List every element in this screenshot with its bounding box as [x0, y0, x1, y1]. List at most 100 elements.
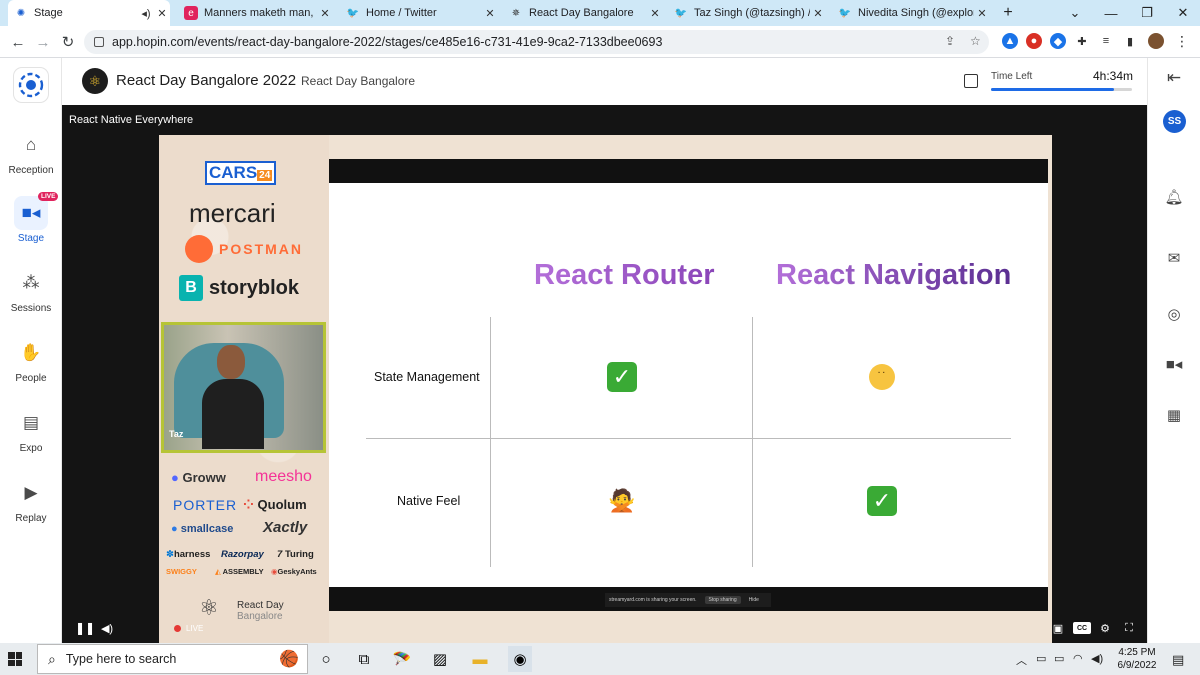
pause-icon[interactable]: ❚❚ [75, 620, 95, 636]
extension-icon[interactable]: ▲ [1002, 33, 1018, 49]
bell-icon[interactable]: 🔔︎ [1160, 183, 1188, 211]
tray-chevron-icon[interactable]: ︿ [1016, 652, 1027, 668]
browser-tab-taz-singh[interactable]: 🐦 Taz Singh (@tazsingh) / Tw ✕ [668, 0, 826, 26]
mail-icon[interactable]: ✉ [1160, 244, 1188, 272]
column-header-react-router: React Router [534, 259, 715, 291]
adblock-extension-icon[interactable]: ● [1026, 33, 1042, 49]
rail-item-reception[interactable]: ⌂ Reception [0, 128, 62, 188]
windows-start-icon[interactable] [8, 652, 22, 666]
speaker-icon[interactable]: ◀) [1091, 652, 1103, 665]
postman-logo-icon [185, 235, 213, 263]
wifi-icon[interactable]: ◠ [1073, 652, 1083, 665]
excel-icon[interactable]: ▨ [430, 649, 450, 669]
globe-icon[interactable]: ◎ [1160, 300, 1188, 328]
browser-tab-manners[interactable]: e Manners maketh man, cultu ✕ [178, 0, 333, 26]
hopin-right-rail: ⇤ 🔔︎ ✉ ◎ ■◂ ▦ [1147, 58, 1200, 643]
rail-item-people[interactable]: ✋ People [0, 336, 62, 396]
new-tab-button[interactable]: + [990, 0, 1026, 26]
tray-app-icon[interactable]: ▭ [1036, 652, 1046, 665]
search-icon: ⌕ [48, 650, 56, 667]
cortana-icon[interactable]: ○ [316, 649, 336, 669]
volume-icon[interactable]: ◀) [99, 620, 115, 636]
sponsor-postman: POSTMAN [185, 235, 303, 263]
close-tab-icon[interactable]: ✕ [974, 7, 990, 20]
handshake-icon: ✋ [20, 343, 42, 362]
stop-sharing-button[interactable]: Stop sharing [704, 596, 741, 604]
row-header-native-feel: Native Feel [397, 494, 461, 508]
hopin-favicon-icon: ✺ [16, 7, 26, 19]
taskbar-search-input[interactable]: ⌕ Type here to search 🏀 [37, 644, 308, 674]
live-dot-icon [174, 624, 181, 632]
browser-tab-twitter-home[interactable]: 🐦 Home / Twitter ✕ [340, 0, 498, 26]
video-player[interactable]: CARS 24 mercari POSTMAN B storyblok Taz ●… [159, 135, 1052, 643]
twitter-icon: 🐦 [346, 7, 360, 19]
task-view-icon[interactable]: ⧉ [354, 649, 374, 669]
rail-item-sessions[interactable]: ⁂ Sessions [0, 266, 62, 326]
tab-title: Manners maketh man, cultu [204, 7, 317, 19]
restore-icon[interactable]: ❐ [1129, 0, 1165, 26]
table-divider-vertical [752, 317, 753, 567]
rail-item-stage[interactable]: ■◂ LIVE Stage [0, 192, 62, 256]
sponsor-razorpay: Razorpay [221, 549, 264, 560]
menu-dots-icon[interactable]: ⋮ [1174, 33, 1190, 49]
store-icon: ▤ [22, 413, 40, 432]
time-left-progress [991, 88, 1132, 91]
tab-search-chevron-icon[interactable]: ⌄ [1057, 0, 1093, 26]
stage-area: React Native Everywhere CARS 24 mercari P… [62, 105, 1147, 643]
back-arrow-icon[interactable]: ← [6, 30, 30, 54]
sponsor-turing: 7 Turing [277, 549, 314, 560]
profile-avatar-icon[interactable] [1148, 33, 1164, 49]
sponsor-assembly: ◭ ASSEMBLY [215, 567, 264, 576]
close-window-icon[interactable]: ✕ [1165, 0, 1200, 26]
address-bar[interactable]: app.hopin.com/events/react-day-bangalore… [84, 30, 989, 54]
fullscreen-icon[interactable]: ⛶ [1121, 620, 1137, 636]
puzzle-extensions-icon[interactable]: ✚ [1074, 33, 1090, 49]
browser-tab-react-day[interactable]: ✵ React Day Bangalore ✕ [503, 0, 663, 26]
side-panel-icon[interactable]: ▮ [1122, 33, 1138, 49]
mute-icon[interactable]: ◂) [138, 7, 154, 20]
reload-icon[interactable]: ↻ [56, 30, 80, 54]
system-clock[interactable]: 4:25 PM 6/9/2022 [1112, 646, 1162, 672]
forward-arrow-icon[interactable]: → [31, 30, 55, 54]
chrome-icon[interactable]: ◉ [508, 646, 532, 672]
organizer-name[interactable]: React Day Bangalore [301, 74, 415, 88]
media-queue-icon[interactable]: ≡ [1098, 33, 1114, 49]
settings-gear-icon[interactable]: ⚙ [1097, 620, 1113, 636]
video-icon: ■◂ [14, 196, 48, 230]
sponsor-porter: PORTER [173, 497, 238, 513]
browser-tab-stage[interactable]: ✺ Stage ◂) ✕ [8, 0, 170, 26]
app-icon[interactable]: 🪂 [392, 649, 412, 669]
browser-tab-nivedita[interactable]: 🐦 Nivedita Singh (@explore3 ✕ [832, 0, 990, 26]
browser-tab-strip: ✺ Stage ◂) ✕ e Manners maketh man, cultu… [0, 0, 1200, 26]
live-badge: LIVE [38, 192, 59, 201]
sponsor-smallcase: ● smallcase [171, 523, 234, 535]
close-tab-icon[interactable]: ✕ [154, 7, 170, 20]
close-tab-icon[interactable]: ✕ [482, 7, 498, 20]
tab-title: React Day Bangalore [529, 7, 634, 19]
notifications-icon[interactable]: ▤ [1172, 652, 1184, 668]
collapse-panel-icon[interactable]: ⇤ [1160, 64, 1188, 92]
camera-icon[interactable]: ■◂ [1160, 350, 1188, 378]
close-tab-icon[interactable]: ✕ [647, 7, 663, 20]
rail-item-expo[interactable]: ▤ Expo [0, 406, 62, 466]
minimize-icon[interactable]: — [1093, 0, 1129, 26]
sponsor-swiggy: SWIGGY [166, 567, 197, 576]
time-left-progress-fill [991, 88, 1114, 91]
event-header: ⚛ React Day Bangalore 2022 React Day Ban… [62, 58, 1147, 105]
sponsor-storyblok: B storyblok [179, 275, 299, 301]
user-avatar[interactable]: SS [1163, 110, 1186, 133]
row-header-state-management: State Management [374, 370, 480, 384]
calendar-icon[interactable]: ▦ [1160, 401, 1188, 429]
extension-icon[interactable]: ◆ [1050, 33, 1066, 49]
closed-captions-button[interactable]: CC [1073, 622, 1091, 634]
share-icon[interactable]: ⇪ [945, 34, 955, 48]
close-tab-icon[interactable]: ✕ [317, 7, 333, 20]
hide-button[interactable]: Hide [749, 597, 759, 603]
file-explorer-icon[interactable]: ▬ [470, 649, 490, 669]
close-tab-icon[interactable]: ✕ [810, 7, 826, 20]
picture-in-picture-icon[interactable]: ▣ [1048, 620, 1068, 636]
rail-item-replay[interactable]: ▶ Replay [0, 476, 62, 536]
bookmark-star-icon[interactable]: ☆ [970, 34, 981, 48]
battery-icon[interactable]: ▭ [1054, 652, 1064, 665]
hopin-logo-icon[interactable] [14, 68, 48, 102]
